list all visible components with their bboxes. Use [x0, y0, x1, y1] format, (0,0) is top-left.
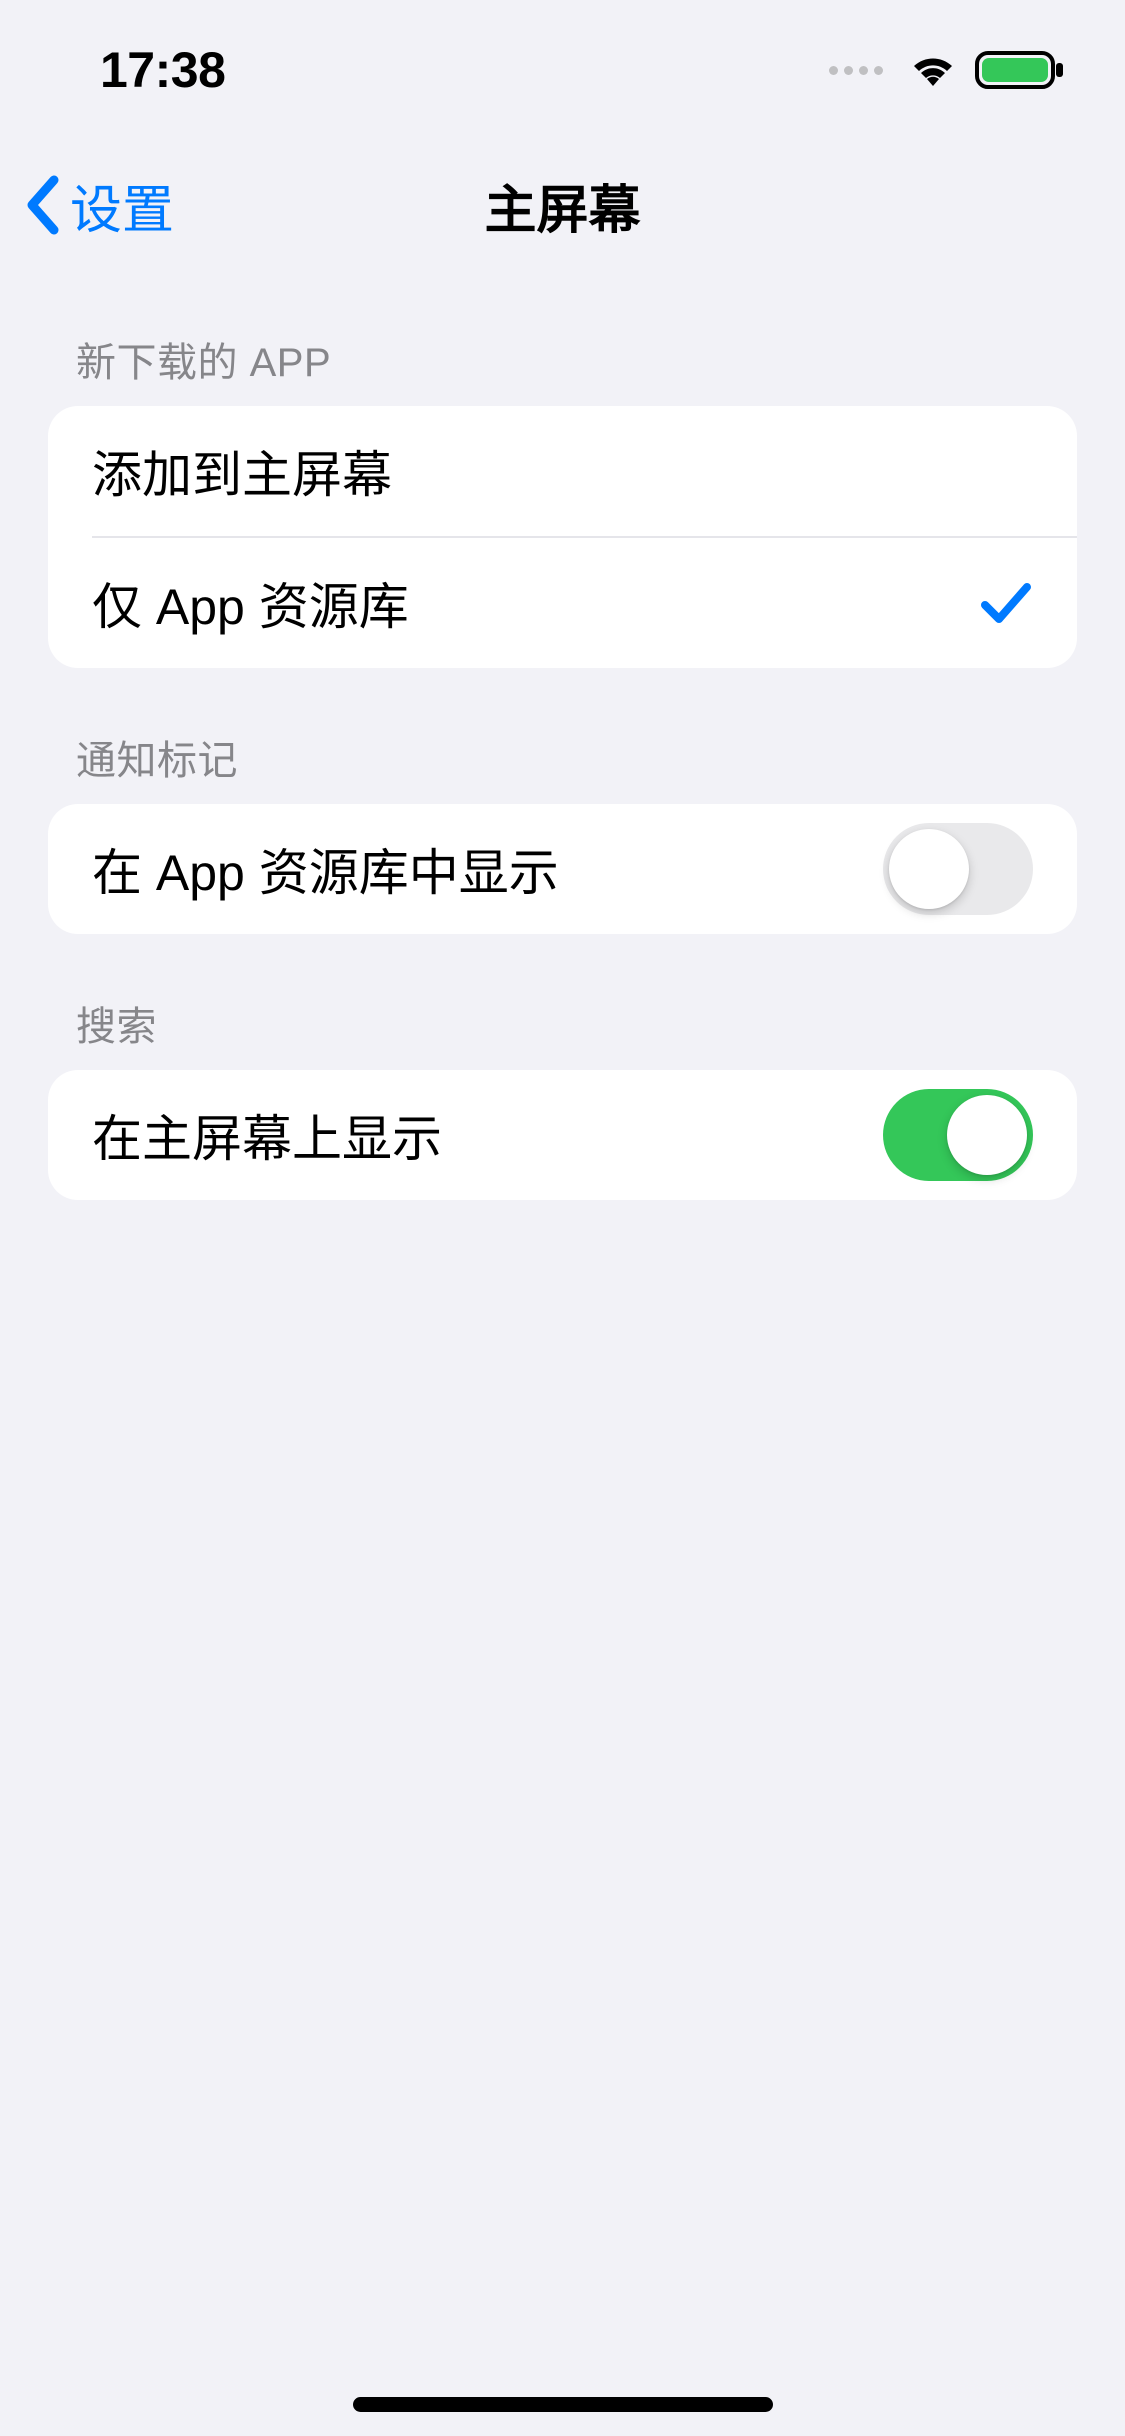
status-right — [829, 49, 1065, 91]
status-time: 17:38 — [100, 41, 225, 99]
back-button[interactable]: 设置 — [24, 168, 174, 243]
nav-bar: 设置 主屏幕 — [0, 140, 1125, 270]
section-header-search: 搜索 — [48, 934, 1077, 1070]
option-add-to-home[interactable]: 添加到主屏幕 — [48, 406, 1077, 536]
page-title: 主屏幕 — [484, 168, 640, 243]
section-header-new-apps: 新下载的 APP — [48, 270, 1077, 406]
option-app-library-only[interactable]: 仅 App 资源库 — [48, 538, 1077, 668]
chevron-left-icon — [24, 174, 62, 236]
option-label: 添加到主屏幕 — [92, 435, 392, 507]
switch-show-in-app-library[interactable] — [883, 823, 1033, 915]
section-header-badges: 通知标记 — [48, 668, 1077, 804]
status-bar: 17:38 — [0, 0, 1125, 140]
row-show-on-home: 在主屏幕上显示 — [48, 1070, 1077, 1200]
row-show-in-app-library: 在 App 资源库中显示 — [48, 804, 1077, 934]
option-label: 仅 App 资源库 — [92, 567, 409, 639]
group-new-apps: 添加到主屏幕 仅 App 资源库 — [48, 406, 1077, 668]
back-label: 设置 — [70, 168, 174, 243]
row-label: 在主屏幕上显示 — [92, 1099, 442, 1171]
home-indicator — [353, 2397, 773, 2412]
wifi-icon — [907, 50, 959, 90]
battery-icon — [975, 49, 1065, 91]
signal-dots-icon — [829, 66, 883, 75]
switch-show-on-home[interactable] — [883, 1089, 1033, 1181]
group-search: 在主屏幕上显示 — [48, 1070, 1077, 1200]
group-badges: 在 App 资源库中显示 — [48, 804, 1077, 934]
row-label: 在 App 资源库中显示 — [92, 833, 559, 905]
checkmark-icon — [979, 579, 1033, 627]
